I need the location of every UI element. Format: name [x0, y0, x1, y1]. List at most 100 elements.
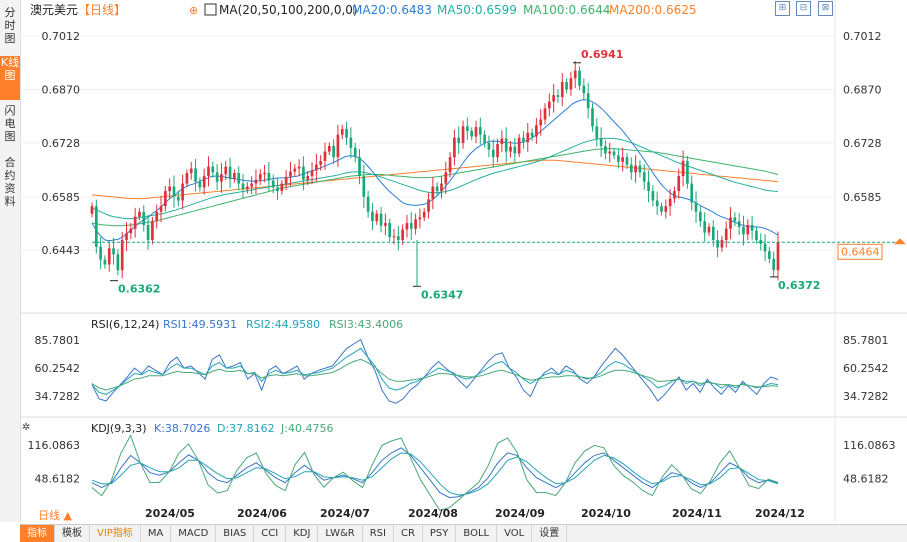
rsi-line-1	[91, 338, 779, 404]
tab-cci[interactable]: CCI	[254, 525, 287, 542]
ma-toggle-icon[interactable]: ⊕	[189, 4, 198, 17]
candle-body	[513, 146, 517, 154]
candle-body	[422, 211, 426, 218]
tab-boll[interactable]: BOLL	[456, 525, 498, 542]
kdj-tick-right: 48.6182	[843, 472, 889, 485]
candle-body	[720, 240, 724, 248]
tab-macd[interactable]: MACD	[171, 525, 217, 542]
x-tick-label: 2024/05	[145, 507, 195, 520]
candle-body	[703, 221, 706, 233]
y-tick-label-right: 0.6728	[843, 137, 882, 150]
ma-checkbox-icon[interactable]	[204, 3, 217, 16]
candle-body	[233, 173, 236, 180]
candle-body	[444, 172, 448, 184]
kdj-tick-left: 48.6182	[35, 472, 81, 485]
candle-body	[90, 206, 94, 214]
candle-body	[556, 95, 560, 98]
tab-bias[interactable]: BIAS	[216, 525, 255, 542]
rsi3-legend: RSI3:43.4006	[329, 318, 403, 331]
candle-body	[522, 137, 525, 143]
chart-canvas[interactable]: 澳元美元 【日线】 ⊕ MA(20,50,100,200,0,0) MA20:0…	[0, 0, 907, 541]
candle-body	[595, 126, 599, 139]
tab-psy[interactable]: PSY	[423, 525, 457, 542]
y-tick-label-left: 0.7012	[42, 30, 81, 43]
current-price-text: 0.6464	[841, 245, 880, 258]
kdj-panel: 116.0863 116.0863 48.6182 48.6182	[28, 434, 896, 512]
candle-body	[591, 108, 594, 127]
candle-body	[327, 145, 331, 152]
candle-body	[629, 164, 633, 173]
candle-body	[483, 134, 486, 143]
candle-body	[392, 236, 396, 238]
rsi-tick-left: 34.7282	[35, 390, 81, 403]
tab-kdj[interactable]: KDJ	[286, 525, 319, 542]
candle-body	[638, 165, 642, 173]
candle-body	[107, 248, 111, 265]
tab-bar-filler	[567, 525, 907, 542]
candle-body	[453, 137, 456, 158]
candle-body	[129, 228, 133, 234]
y-tick-label-right: 0.6585	[843, 191, 882, 204]
candle-body	[435, 186, 439, 192]
tab-lwr[interactable]: LW&R	[318, 525, 363, 542]
kdj-line-3	[91, 434, 779, 512]
tab-indicators[interactable]: 指标	[20, 525, 55, 542]
candle-body	[142, 211, 146, 225]
candle-body	[155, 211, 159, 222]
candle-body	[673, 191, 676, 199]
candle-body	[103, 259, 107, 265]
candle-body	[267, 173, 271, 181]
candle-body	[474, 127, 478, 137]
candle-body	[375, 213, 379, 222]
tab-templates[interactable]: 模板	[55, 525, 90, 542]
candle-body	[198, 181, 202, 188]
symbol-title: 澳元美元	[30, 3, 78, 17]
candle-body	[125, 233, 128, 241]
candle-body	[543, 108, 547, 120]
tab-cr[interactable]: CR	[394, 525, 423, 542]
candle-body	[711, 226, 715, 241]
candle-body	[315, 164, 318, 171]
candle-body	[207, 166, 210, 177]
candle-body	[409, 223, 413, 229]
candle-body	[768, 251, 771, 259]
x-tick-label: 2024/10	[581, 507, 631, 520]
kdj-indicator-label: KDJ(9,3,3)	[91, 422, 147, 435]
tab-rsi[interactable]: RSI	[363, 525, 394, 542]
candle-body	[284, 176, 288, 184]
candle-body	[202, 176, 206, 188]
candle-body	[500, 138, 504, 145]
candle-body	[358, 157, 361, 177]
candle-body	[655, 200, 659, 207]
x-tick-label: 2024/09	[495, 507, 545, 520]
candle-body	[448, 157, 452, 173]
candle-body	[366, 196, 370, 212]
candle-body	[608, 151, 612, 154]
kdj-d-legend: D:37.8162	[217, 422, 275, 435]
candle-body	[189, 168, 193, 174]
tab-vip-indicators[interactable]: VIP指标	[90, 525, 141, 542]
tab-vol[interactable]: VOL	[497, 525, 533, 542]
timeframe-button[interactable]: 日线 ▲	[38, 507, 72, 523]
candle-body	[547, 101, 551, 109]
rsi-line-3	[91, 358, 779, 391]
y-tick-label-right: 0.7012	[843, 30, 882, 43]
tab-ma[interactable]: MA	[141, 525, 172, 542]
candle-body	[504, 138, 508, 152]
rsi-indicator-label: RSI(6,12,24)	[91, 318, 159, 331]
candle-body	[302, 166, 305, 180]
tab-settings[interactable]: 设置	[532, 525, 568, 542]
candle-body	[237, 173, 241, 184]
candle-body	[651, 191, 655, 201]
x-tick-label: 2024/07	[320, 507, 370, 520]
candle-body	[133, 216, 137, 229]
candle-body	[573, 70, 577, 79]
kdj-settings-icon[interactable]: ✲	[22, 422, 30, 433]
candle-body	[431, 186, 435, 200]
ma20-value: MA20:0.6483	[352, 3, 432, 17]
candle-body	[621, 157, 625, 162]
ma200-value: MA200:0.6625	[609, 3, 697, 17]
candle-body	[99, 246, 102, 260]
candle-body	[737, 221, 741, 227]
candle-body	[664, 206, 668, 212]
